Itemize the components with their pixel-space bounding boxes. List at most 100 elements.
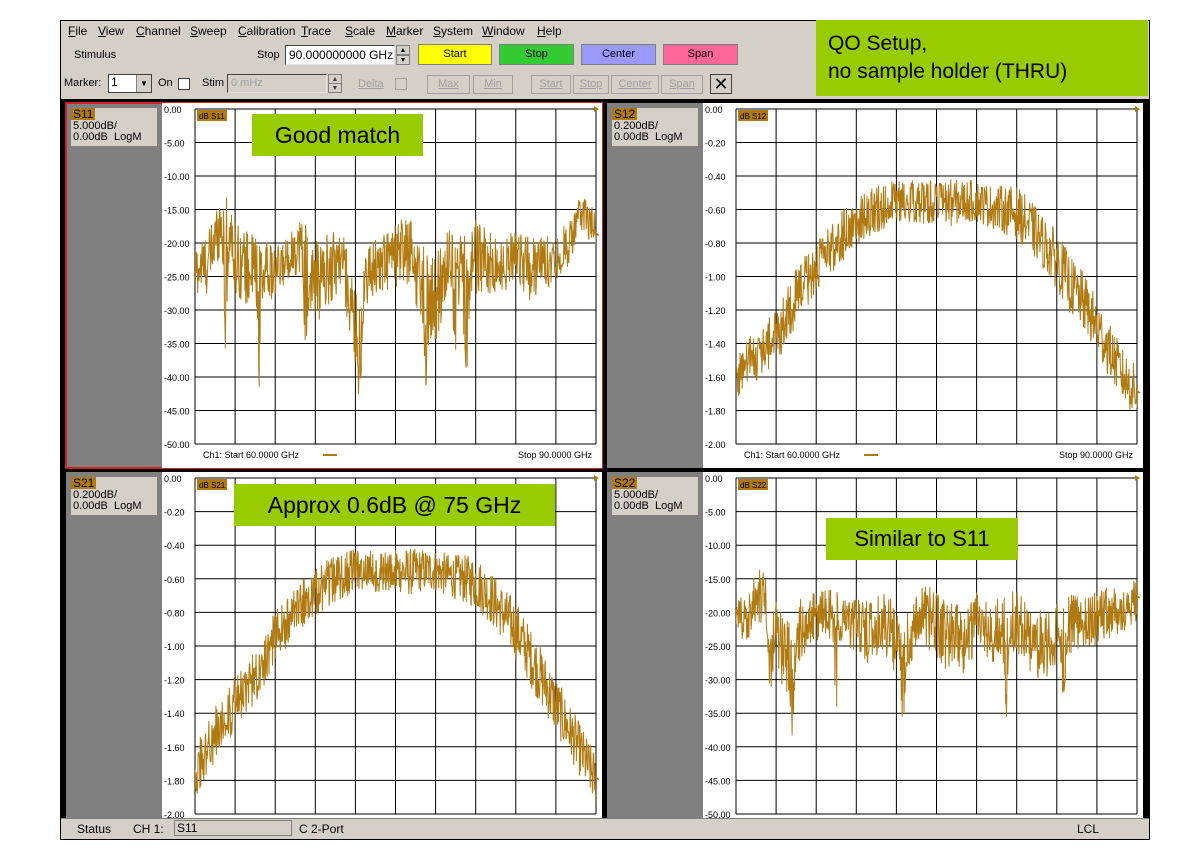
- stimulus-label: Stimulus: [74, 49, 117, 61]
- trace-tag-text: dB S11: [199, 112, 225, 121]
- y-tick-label: -25.00: [705, 642, 731, 652]
- stop-spin-down-icon[interactable]: ▼: [396, 55, 410, 65]
- trace-box-s22[interactable]: S22 5.000dB/ 0.00dB LogM: [612, 477, 698, 515]
- marker-max-button[interactable]: Max: [427, 75, 470, 94]
- y-tick-label: 0.00: [705, 105, 723, 115]
- stim-label: Stim: [202, 77, 224, 89]
- note-s11: Good match: [252, 114, 423, 156]
- trace-tag: dB S22: [738, 479, 768, 490]
- on-label: On: [158, 77, 173, 89]
- stimulus-toolbar: Stimulus Stop 90.000000000 GHz ▲ ▼ Start…: [61, 43, 816, 67]
- trace-format: LogM: [114, 500, 142, 512]
- trace-tag: dB S11: [197, 110, 227, 121]
- menu-help[interactable]: Help: [537, 24, 562, 38]
- y-tick-label: -1.60: [164, 743, 185, 753]
- trace-box-s11[interactable]: S11 5.000dB/ 0.00dB LogM: [71, 108, 157, 146]
- y-tick-label: -1.00: [164, 642, 185, 652]
- stop-button[interactable]: Stop: [499, 44, 574, 65]
- y-tick-label: -10.00: [164, 172, 190, 182]
- trace-tag-text: dB S22: [740, 481, 767, 490]
- close-icon[interactable]: ✕: [710, 74, 732, 94]
- y-tick-label: -1.60: [705, 373, 726, 383]
- marker-select-value: 1: [111, 75, 118, 89]
- y-tick-label: -45.00: [705, 776, 731, 786]
- marker-label: Marker:: [64, 77, 102, 89]
- stop-frequency-input[interactable]: 90.000000000 GHz: [285, 45, 395, 65]
- marker-min-button[interactable]: Min: [473, 75, 513, 94]
- status-label: Status: [77, 822, 112, 836]
- y-tick-label: -0.60: [705, 206, 726, 216]
- y-tick-label: -40.00: [705, 743, 731, 753]
- y-tick-label: -1.80: [705, 407, 726, 417]
- note-s21: Approx 0.6dB @ 75 GHz: [234, 484, 555, 526]
- span-button[interactable]: Span: [663, 44, 738, 65]
- y-tick-label: -15.00: [164, 206, 190, 216]
- menu-file[interactable]: File: [68, 24, 87, 38]
- status-calibration: C 2-Port: [299, 822, 344, 836]
- plot-panel-s11[interactable]: S11 5.000dB/ 0.00dB LogM 0.00 -5.00 -10.00…: [65, 102, 603, 469]
- y-tick-label: -0.40: [164, 541, 185, 551]
- marker-span-button[interactable]: Span: [661, 75, 703, 94]
- trace-tag-text: dB S12: [740, 112, 767, 121]
- stop-label: Stop: [257, 49, 280, 61]
- marker-select[interactable]: 1 ▼: [108, 74, 152, 93]
- menu-window[interactable]: Window: [482, 24, 525, 38]
- marker-stop-button[interactable]: Stop: [573, 75, 609, 94]
- y-tick-label: -15.00: [705, 575, 731, 585]
- title-note: QO Setup, no sample holder (THRU): [816, 20, 1148, 96]
- y-tick-label: -1.00: [705, 273, 726, 283]
- stim-input[interactable]: 0 mHz: [227, 74, 327, 93]
- status-active-trace[interactable]: S11: [174, 820, 292, 836]
- y-tick-label: -1.40: [705, 340, 726, 350]
- y-tick-label: -45.00: [164, 407, 190, 417]
- trace-format: LogM: [655, 500, 683, 512]
- status-channel: CH 1:: [133, 822, 164, 836]
- y-tick-label: -20.00: [705, 608, 731, 618]
- marker-start-button[interactable]: Start: [531, 75, 571, 94]
- y-tick-label: -30.00: [705, 676, 731, 686]
- menu-trace[interactable]: Trace: [301, 24, 331, 38]
- menu-bar: File View Channel Sweep Calibration Trac…: [61, 21, 816, 42]
- y-tick-label: -30.00: [164, 306, 190, 316]
- y-tick-label: -40.00: [164, 373, 190, 383]
- trace-box-s21[interactable]: S21 0.200dB/ 0.00dB LogM: [71, 477, 157, 515]
- y-tick-label: -0.60: [164, 575, 185, 585]
- marker-center-button[interactable]: Center: [611, 75, 659, 94]
- menu-view[interactable]: View: [98, 24, 124, 38]
- trace-format: LogM: [114, 131, 142, 143]
- y-tick-label: -35.00: [705, 709, 731, 719]
- trace-name: S21: [71, 476, 97, 490]
- trace-name: S11: [71, 107, 96, 121]
- y-tick-label: -0.80: [705, 239, 726, 249]
- trace-name: S22: [612, 476, 638, 490]
- trace-ref: 0.00dB: [73, 500, 108, 512]
- marker-on-checkbox[interactable]: [178, 78, 190, 90]
- stim-spin-down-icon[interactable]: ▼: [328, 83, 342, 93]
- menu-marker[interactable]: Marker: [386, 24, 423, 38]
- y-tick-label: -2.00: [705, 440, 726, 450]
- status-bar: Status CH 1: S11 C 2-Port LCL: [61, 818, 1149, 839]
- delta-checkbox[interactable]: [395, 78, 407, 90]
- menu-system[interactable]: System: [433, 24, 473, 38]
- y-tick-label: -5.00: [705, 508, 726, 518]
- status-lcl: LCL: [1077, 822, 1100, 836]
- menu-sweep[interactable]: Sweep: [190, 24, 227, 38]
- plot-area: S11 5.000dB/ 0.00dB LogM 0.00 -5.00 -10.00…: [61, 99, 1149, 818]
- menu-channel[interactable]: Channel: [136, 24, 181, 38]
- trace-format: LogM: [655, 131, 683, 143]
- chevron-down-icon[interactable]: ▼: [136, 75, 151, 92]
- plot-panel-s12[interactable]: S12 0.200dB/ 0.00dB LogM 0.00 -0.20 -0.40 -…: [607, 103, 1143, 468]
- menu-calibration[interactable]: Calibration: [238, 24, 295, 38]
- y-tick-label: -5.00: [164, 139, 185, 149]
- y-tick-label: -20.00: [164, 239, 190, 249]
- s12-chart: 0.00 -0.20 -0.40 -0.60 -0.80 -1.00 -1.20 -1.40 -…: [703, 103, 1143, 468]
- start-button[interactable]: Start: [418, 44, 492, 65]
- menu-scale[interactable]: Scale: [345, 24, 375, 38]
- trace-name: S12: [612, 107, 638, 121]
- title-note-line2: no sample holder (THRU): [828, 60, 1068, 83]
- stop-spin-up-icon[interactable]: ▲: [396, 45, 410, 55]
- trace-box-s12[interactable]: S12 0.200dB/ 0.00dB LogM: [612, 108, 698, 146]
- y-tick-label: -2.00: [164, 810, 185, 818]
- center-button[interactable]: Center: [581, 44, 656, 65]
- trace-tag: dB S12: [738, 110, 768, 121]
